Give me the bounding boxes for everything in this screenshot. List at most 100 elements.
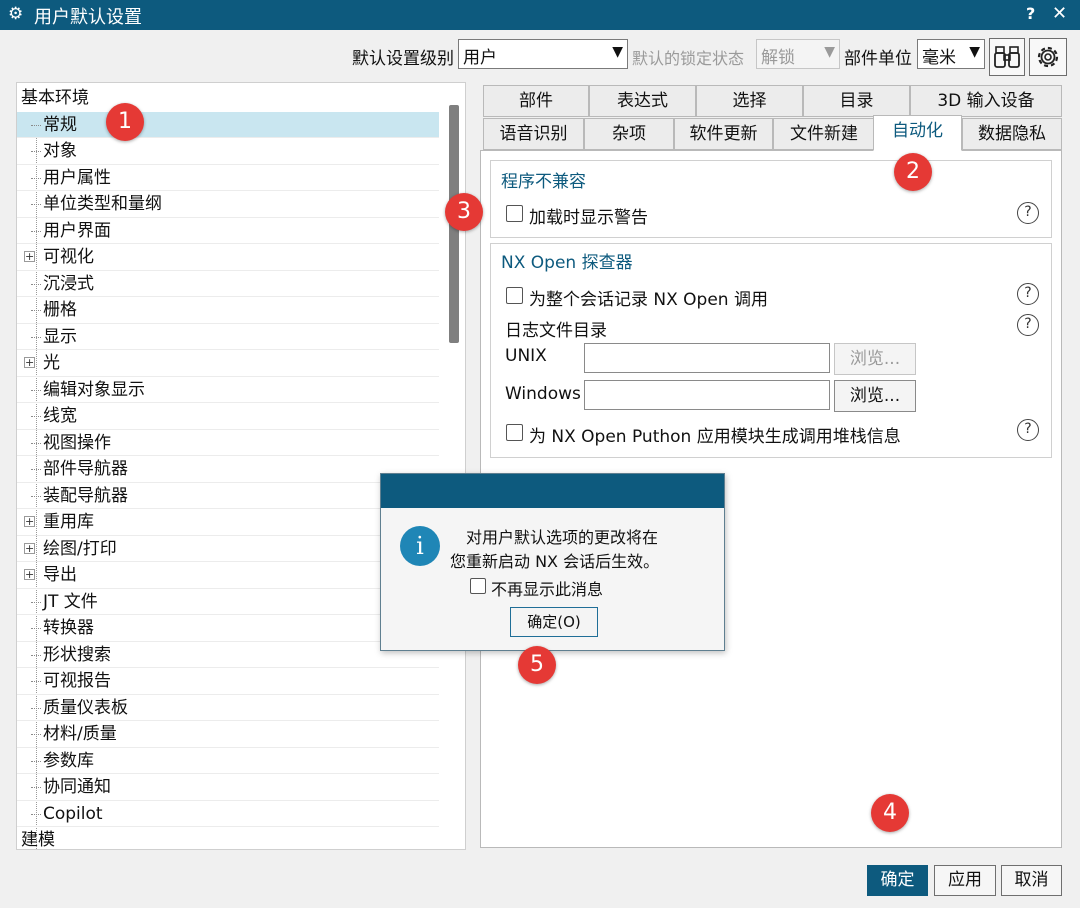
tree-item[interactable]: 视图操作 [17, 430, 439, 456]
lock-state-select[interactable]: 解锁 ▼ [756, 39, 840, 69]
units-select[interactable]: 毫米 ▼ [917, 39, 985, 69]
binoculars-icon [994, 46, 1020, 68]
tree-item[interactable]: 用户属性 [17, 165, 439, 191]
category-tree[interactable]: 基本环境 常规对象 用户属性 单位类型和量纲 用户界面 + 可视化 沉浸式栅格显示 + 光编辑对… [16, 82, 466, 850]
tree-item[interactable]: + 导出 [17, 562, 439, 589]
tree-item[interactable]: 参数库 [17, 748, 439, 774]
tab-part[interactable]: 部件 [483, 85, 589, 117]
tree-item[interactable]: 装配导航器 [17, 483, 439, 509]
tab-software-update[interactable]: 软件更新 [674, 118, 773, 150]
level-select[interactable]: 用户 ▼ [458, 39, 628, 69]
tree-item-label: 质量仪表板 [43, 697, 128, 718]
tree-item[interactable]: 协同通知 [17, 774, 439, 801]
tab-selection[interactable]: 选择 [696, 85, 803, 117]
dont-show-checkbox[interactable] [470, 578, 486, 594]
tree-connector [31, 416, 41, 417]
tree-item[interactable]: 对象 [17, 138, 439, 165]
tree-connector [31, 681, 41, 682]
tree-connector [31, 654, 41, 656]
question-icon[interactable]: ? [1017, 283, 1039, 305]
title-bar: ⚙ 用户默认设置 ? ✕ [0, 0, 1080, 30]
cancel-button[interactable]: 取消 [1001, 865, 1062, 896]
tree-item[interactable]: 显示 [17, 324, 439, 350]
windows-browse-button[interactable]: 浏览... [834, 380, 916, 412]
tree-connector [31, 469, 41, 470]
tree-item[interactable]: 材料/质量 [17, 721, 439, 748]
tree-item-label: 形状搜索 [43, 644, 111, 665]
tree-connector [31, 177, 41, 179]
tab-speech[interactable]: 语音识别 [483, 118, 584, 150]
expand-icon[interactable]: + [24, 569, 35, 580]
tree-item[interactable]: 部件导航器 [17, 456, 439, 483]
tree-item[interactable]: Copilot [17, 801, 439, 827]
tree-item[interactable]: 质量仪表板 [17, 695, 439, 721]
tree-item-label: 用户界面 [43, 220, 111, 241]
tree-item-label: 常规 [43, 114, 77, 135]
tree-connector [31, 734, 41, 735]
close-icon[interactable]: ✕ [1052, 3, 1067, 24]
tree-connector [31, 283, 41, 285]
tree-item[interactable]: 形状搜索 [17, 642, 439, 668]
tree-connector [31, 204, 41, 205]
tree-root-modeling[interactable]: 建模 [17, 827, 439, 849]
chevron-down-icon: ▼ [612, 44, 623, 60]
window-title: 用户默认设置 [34, 7, 142, 28]
apply-button[interactable]: 应用 [934, 865, 996, 896]
windows-path-input[interactable] [584, 380, 830, 410]
tree-item[interactable]: 线宽 [17, 403, 439, 430]
tree-connector [31, 760, 41, 762]
tab-file-new[interactable]: 文件新建 [773, 118, 875, 150]
tree-item[interactable]: JT 文件 [17, 589, 439, 615]
warn-on-load-checkbox[interactable] [506, 205, 523, 222]
unix-path-input[interactable] [584, 343, 830, 373]
unix-label: UNIX [505, 346, 547, 366]
tree-item[interactable]: + 绘图/打印 [17, 536, 439, 562]
tree-item[interactable]: + 光 [17, 350, 439, 377]
unix-browse-button[interactable]: 浏览... [834, 343, 916, 375]
expand-icon[interactable]: + [24, 251, 35, 262]
tree-item-label: 参数库 [43, 750, 94, 771]
tab-directory[interactable]: 目录 [803, 85, 910, 117]
ok-button[interactable]: 确定 [867, 865, 928, 896]
tree-item[interactable]: 沉浸式 [17, 271, 439, 297]
tree-item[interactable]: 用户界面 [17, 218, 439, 244]
dialog-ok-button[interactable]: 确定(O) [510, 607, 598, 637]
question-icon[interactable]: ? [1017, 419, 1039, 441]
warn-on-load-label: 加载时显示警告 [529, 208, 648, 228]
step-marker-2: 2 [894, 153, 932, 191]
tab-expression[interactable]: 表达式 [589, 85, 696, 117]
tree-item[interactable]: 单位类型和量纲 [17, 191, 439, 218]
tree-item[interactable]: + 可视化 [17, 244, 439, 271]
tree-connector [31, 707, 41, 709]
find-button[interactable] [989, 38, 1025, 76]
tree-connector [31, 628, 41, 629]
tree-connector [31, 813, 41, 815]
question-icon[interactable]: ? [1017, 202, 1039, 224]
tree-item[interactable]: 可视报告 [17, 668, 439, 695]
question-icon[interactable]: ? [1017, 314, 1039, 336]
level-value: 用户 [463, 48, 497, 68]
tree-item[interactable]: 常规 [17, 111, 439, 138]
expand-icon[interactable]: + [24, 542, 35, 554]
tab-3d-input[interactable]: 3D 输入设备 [910, 85, 1062, 117]
record-session-checkbox[interactable] [506, 287, 523, 304]
expand-icon[interactable]: + [24, 516, 35, 527]
tree-connector [31, 124, 41, 126]
tree-item[interactable]: 编辑对象显示 [17, 377, 439, 403]
log-dir-label: 日志文件目录 [505, 321, 607, 341]
python-stack-checkbox[interactable] [506, 424, 523, 441]
tree-item-label: 导出 [43, 565, 77, 585]
tree-connector [31, 230, 41, 232]
tree-item-label: 栅格 [43, 300, 77, 320]
step-marker-1: 1 [106, 103, 144, 141]
tree-item[interactable]: 转换器 [17, 615, 439, 642]
tab-misc[interactable]: 杂项 [584, 118, 674, 150]
tab-data-privacy[interactable]: 数据隐私 [962, 118, 1062, 150]
settings-button[interactable] [1029, 38, 1067, 76]
tree-item[interactable]: 栅格 [17, 297, 439, 324]
tree-item[interactable]: + 重用库 [17, 509, 439, 536]
tab-automation[interactable]: 自动化 [873, 115, 962, 151]
tree-root-basic-env[interactable]: 基本环境 [17, 85, 439, 112]
help-icon[interactable]: ? [1026, 4, 1035, 23]
expand-icon[interactable]: + [24, 357, 35, 368]
